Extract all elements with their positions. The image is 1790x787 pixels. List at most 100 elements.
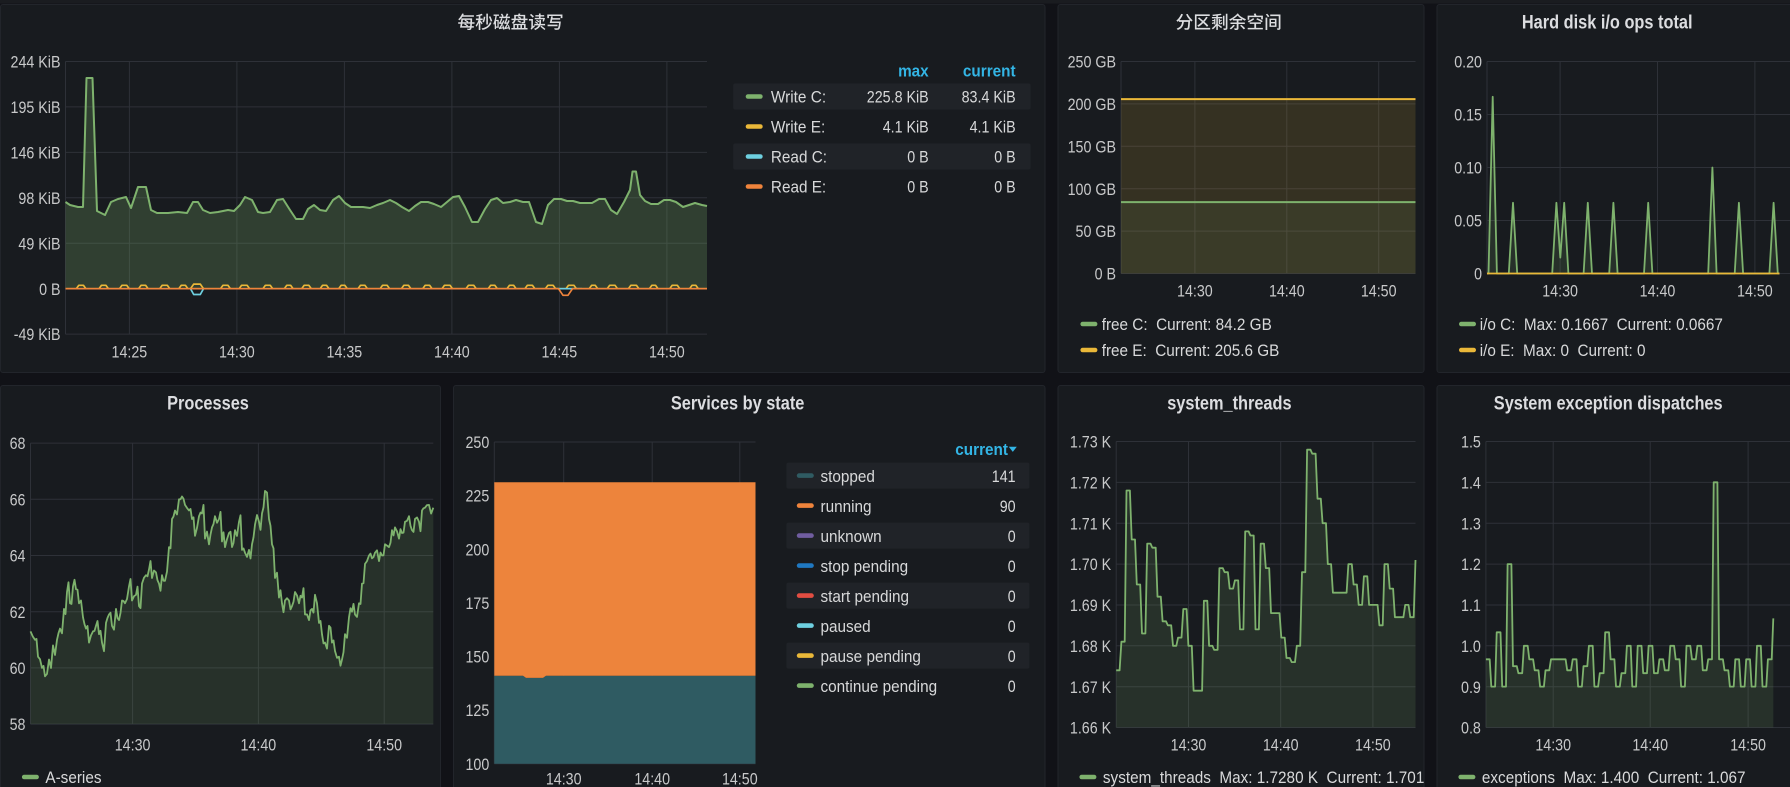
svg-text:free E: Current: 205.6 GB: free E: Current: 205.6 GB bbox=[1102, 341, 1280, 360]
svg-text:14:30: 14:30 bbox=[1535, 736, 1571, 755]
svg-text:paused: paused bbox=[821, 617, 871, 636]
svg-text:14:50: 14:50 bbox=[649, 342, 685, 361]
svg-text:14:40: 14:40 bbox=[1632, 736, 1668, 755]
svg-text:0 B: 0 B bbox=[994, 148, 1015, 167]
svg-text:195 KiB: 195 KiB bbox=[11, 98, 61, 117]
svg-text:14:30: 14:30 bbox=[546, 769, 582, 787]
svg-text:running: running bbox=[821, 497, 872, 516]
svg-text:4.1 KiB: 4.1 KiB bbox=[970, 118, 1016, 137]
svg-text:1.4: 1.4 bbox=[1461, 474, 1481, 493]
svg-text:0.9: 0.9 bbox=[1461, 678, 1481, 697]
svg-text:200 GB: 200 GB bbox=[1068, 95, 1116, 114]
svg-text:83.4 KiB: 83.4 KiB bbox=[962, 88, 1016, 107]
svg-text:1.5: 1.5 bbox=[1461, 433, 1481, 452]
svg-text:175: 175 bbox=[466, 594, 490, 613]
svg-text:start pending: start pending bbox=[821, 587, 910, 606]
svg-text:150 GB: 150 GB bbox=[1068, 137, 1116, 156]
svg-text:14:30: 14:30 bbox=[219, 342, 255, 361]
svg-text:exceptions Max: 1.400 Curren: exceptions Max: 1.400 Current: 1.067 bbox=[1482, 768, 1746, 787]
svg-text:Write E:: Write E: bbox=[771, 118, 825, 137]
svg-text:Hard disk i/o ops total: Hard disk i/o ops total bbox=[1522, 13, 1693, 34]
svg-text:0.10: 0.10 bbox=[1454, 159, 1482, 178]
svg-text:146 KiB: 146 KiB bbox=[11, 144, 61, 163]
svg-text:1.1: 1.1 bbox=[1461, 596, 1481, 615]
svg-text:14:45: 14:45 bbox=[542, 342, 578, 361]
svg-text:stopped: stopped bbox=[821, 467, 875, 486]
svg-text:0.05: 0.05 bbox=[1454, 212, 1482, 231]
svg-text:62: 62 bbox=[10, 603, 26, 622]
svg-text:unknown: unknown bbox=[821, 527, 882, 546]
svg-text:Read E:: Read E: bbox=[771, 178, 826, 197]
svg-text:14:40: 14:40 bbox=[634, 769, 670, 787]
svg-text:1.3: 1.3 bbox=[1461, 514, 1481, 533]
svg-text:200: 200 bbox=[466, 540, 490, 559]
svg-text:pause pending: pause pending bbox=[821, 647, 921, 666]
svg-text:250: 250 bbox=[466, 433, 490, 452]
svg-text:14:30: 14:30 bbox=[1542, 281, 1578, 300]
svg-text:49 KiB: 49 KiB bbox=[18, 234, 60, 253]
svg-text:50 GB: 50 GB bbox=[1076, 222, 1117, 241]
svg-text:1.73 K: 1.73 K bbox=[1070, 433, 1112, 452]
svg-text:stop pending: stop pending bbox=[821, 557, 909, 576]
svg-text:i/o E: Max: 0 Current: 0: i/o E: Max: 0 Current: 0 bbox=[1480, 341, 1646, 360]
svg-text:Services by state: Services by state bbox=[671, 394, 805, 415]
svg-text:max: max bbox=[898, 62, 929, 81]
svg-text:0.8: 0.8 bbox=[1461, 719, 1481, 738]
svg-text:Write C:: Write C: bbox=[771, 88, 826, 107]
svg-text:64: 64 bbox=[10, 547, 26, 566]
svg-text:1.66 K: 1.66 K bbox=[1070, 719, 1112, 738]
svg-text:14:30: 14:30 bbox=[115, 736, 151, 755]
svg-text:14:40: 14:40 bbox=[1263, 736, 1299, 755]
svg-text:0: 0 bbox=[1008, 617, 1016, 636]
svg-text:14:50: 14:50 bbox=[1730, 736, 1766, 755]
svg-text:0 B: 0 B bbox=[907, 148, 928, 167]
svg-text:0 B: 0 B bbox=[994, 178, 1015, 197]
svg-text:0 B: 0 B bbox=[1095, 265, 1116, 284]
svg-text:14:40: 14:40 bbox=[241, 736, 277, 755]
svg-text:150: 150 bbox=[466, 648, 490, 667]
svg-text:14:50: 14:50 bbox=[1361, 281, 1397, 300]
svg-text:250 GB: 250 GB bbox=[1068, 53, 1116, 72]
svg-text:0.15: 0.15 bbox=[1454, 106, 1482, 125]
svg-text:Processes: Processes bbox=[167, 394, 249, 415]
svg-text:100 GB: 100 GB bbox=[1068, 180, 1116, 199]
svg-text:1.67 K: 1.67 K bbox=[1070, 678, 1112, 697]
svg-text:A-series: A-series bbox=[45, 768, 101, 787]
svg-text:1.71 K: 1.71 K bbox=[1070, 514, 1112, 533]
svg-text:0: 0 bbox=[1008, 557, 1016, 576]
svg-text:14:50: 14:50 bbox=[1737, 281, 1773, 300]
svg-text:225: 225 bbox=[466, 487, 490, 506]
svg-text:1.2: 1.2 bbox=[1461, 555, 1481, 574]
svg-text:free C: Current: 84.2 GB: free C: Current: 84.2 GB bbox=[1102, 315, 1272, 334]
svg-text:0: 0 bbox=[1008, 587, 1016, 606]
svg-text:14:50: 14:50 bbox=[722, 769, 758, 787]
svg-text:98 KiB: 98 KiB bbox=[18, 189, 60, 208]
svg-text:66: 66 bbox=[10, 490, 26, 509]
svg-text:14:30: 14:30 bbox=[1177, 281, 1213, 300]
svg-text:14:30: 14:30 bbox=[1171, 736, 1207, 755]
svg-text:90: 90 bbox=[1000, 497, 1016, 516]
svg-text:0: 0 bbox=[1008, 677, 1016, 696]
svg-text:1.72 K: 1.72 K bbox=[1070, 474, 1112, 493]
svg-text:1.69 K: 1.69 K bbox=[1070, 596, 1112, 615]
svg-text:system_threads Max: 1.7280 K: system_threads Max: 1.7280 K Current: 1.… bbox=[1103, 768, 1448, 787]
svg-text:14:40: 14:40 bbox=[1269, 281, 1305, 300]
svg-text:244 KiB: 244 KiB bbox=[11, 53, 61, 72]
svg-text:4.1 KiB: 4.1 KiB bbox=[883, 118, 929, 137]
svg-text:0 B: 0 B bbox=[907, 178, 928, 197]
svg-text:current: current bbox=[955, 440, 1008, 459]
svg-text:-49 KiB: -49 KiB bbox=[14, 325, 61, 344]
svg-text:125: 125 bbox=[466, 701, 490, 720]
svg-text:68: 68 bbox=[10, 434, 26, 453]
svg-text:0: 0 bbox=[1474, 265, 1482, 284]
svg-text:100: 100 bbox=[466, 755, 490, 774]
svg-text:14:40: 14:40 bbox=[434, 342, 470, 361]
svg-text:1.70 K: 1.70 K bbox=[1070, 555, 1112, 574]
svg-text:14:25: 14:25 bbox=[112, 342, 148, 361]
svg-text:i/o C: Max: 0.1667 Current:: i/o C: Max: 0.1667 Current: 0.0667 bbox=[1480, 315, 1723, 334]
svg-text:225.8 KiB: 225.8 KiB bbox=[867, 88, 929, 107]
svg-text:58: 58 bbox=[10, 715, 26, 734]
svg-text:continue pending: continue pending bbox=[821, 677, 938, 696]
svg-text:0 B: 0 B bbox=[39, 280, 60, 299]
svg-text:60: 60 bbox=[10, 659, 26, 678]
